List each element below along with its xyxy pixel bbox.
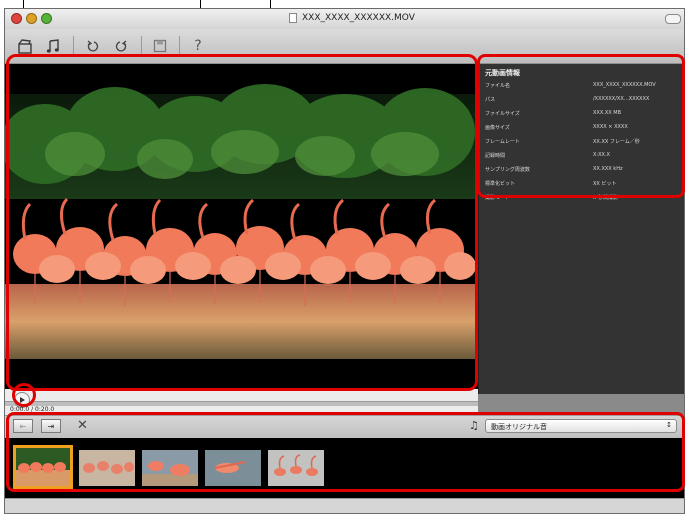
info-row: 画像サイズ XXXX × XXXX — [485, 122, 684, 136]
info-row: 標準化ビット XX ビット — [485, 178, 684, 192]
info-value: X 秒間撮影 — [593, 195, 619, 201]
edit-toolbar: ⇤ ⇥ ✕ ♫ 動画オリジナル音 ↕ — [5, 415, 684, 439]
info-row: パス /XXXXXX/XX…XXXXXX — [485, 94, 684, 108]
info-row: サンプリング周波数 XX.XXX kHz — [485, 164, 684, 178]
audio-track-select[interactable]: 動画オリジナル音 ↕ — [485, 419, 677, 433]
clip-thumbnail[interactable] — [79, 450, 135, 486]
clapper-icon[interactable] — [15, 35, 35, 57]
info-label: 画像サイズ — [485, 125, 510, 131]
timecode: 0:00.0 / 0:20.0 — [10, 406, 55, 413]
info-value: X:XX.X — [593, 152, 610, 158]
previous-clip-button[interactable]: ⇤ — [13, 419, 33, 433]
info-value: /XXXXXX/XX…XXXXXX — [593, 96, 650, 102]
status-bar — [5, 498, 684, 513]
info-label: 標準化ビット — [485, 181, 516, 187]
music-note-icon: ♫ — [469, 419, 479, 432]
info-value: XXX.XX MB — [593, 110, 622, 116]
info-value: XXXX × XXXX — [593, 124, 628, 130]
toolbar-toggle-button[interactable] — [665, 14, 681, 24]
close-icon[interactable]: ✕ — [77, 418, 88, 433]
toolbar-divider — [141, 36, 142, 56]
timeline-slider[interactable] — [5, 401, 478, 406]
window-title: XXX_XXXX_XXXXXX.MOV — [302, 13, 415, 23]
chevron-updown-icon: ↕ — [666, 421, 672, 429]
close-window-button[interactable] — [11, 13, 22, 24]
info-label: 記録時間 — [485, 153, 506, 159]
help-icon[interactable]: ? — [190, 35, 206, 57]
info-label: 撮影モード — [485, 195, 511, 201]
video-preview[interactable] — [5, 64, 478, 389]
info-value: XX.XX フレーム／秒 — [593, 139, 640, 145]
clip-thumbnail-strip — [5, 438, 684, 498]
source-info-panel: 元動画情報 ファイル名 XXX_XXXX_XXXXXX.MOV パス /XXXX… — [478, 64, 684, 394]
title-bar: XXX_XXXX_XXXXXX.MOV — [5, 9, 684, 30]
save-icon[interactable] — [150, 35, 170, 57]
video-frame-image — [5, 64, 478, 389]
toolbar-divider — [73, 36, 74, 56]
info-label: パス — [485, 97, 496, 103]
file-icon — [289, 13, 297, 23]
clip-thumbnail[interactable] — [13, 445, 73, 489]
info-row: 撮影モード X 秒間撮影 — [485, 192, 684, 206]
info-row: フレームレート XX.XX フレーム／秒 — [485, 136, 684, 150]
info-value: XX ビット — [593, 181, 617, 187]
clip-thumbnail[interactable] — [205, 450, 261, 486]
info-panel-heading: 元動画情報 — [485, 69, 520, 77]
info-label: フレームレート — [485, 139, 520, 145]
rotate-left-icon[interactable] — [83, 35, 103, 57]
audio-track-select-value: 動画オリジナル音 — [491, 423, 547, 431]
clip-thumbnail[interactable] — [142, 450, 198, 486]
info-value: XX.XXX kHz — [593, 166, 623, 172]
info-label: ファイル名 — [485, 83, 511, 89]
music-note-icon[interactable] — [43, 35, 63, 57]
minimize-window-button[interactable] — [26, 13, 37, 24]
info-row: 記録時間 X:XX.X — [485, 150, 684, 164]
play-icon — [20, 397, 25, 403]
app-window: XXX_XXXX_XXXXXX.MOV ? 元動画情報 ファイル名 XXX_XX… — [4, 8, 685, 514]
info-row: ファイル名 XXX_XXXX_XXXXXX.MOV — [485, 80, 684, 94]
rotate-right-icon[interactable] — [111, 35, 131, 57]
info-value: XXX_XXXX_XXXXXX.MOV — [593, 82, 656, 88]
clip-thumbnail[interactable] — [268, 450, 324, 486]
toolbar: ? — [5, 29, 684, 64]
info-row: ファイルサイズ XXX.XX MB — [485, 108, 684, 122]
timeline-area: 0:00.0 / 0:20.0 — [5, 389, 478, 415]
next-clip-button[interactable]: ⇥ — [41, 419, 61, 433]
info-label: ファイルサイズ — [485, 111, 520, 117]
zoom-window-button[interactable] — [41, 13, 52, 24]
toolbar-divider — [179, 36, 180, 56]
info-label: サンプリング周波数 — [485, 167, 530, 173]
